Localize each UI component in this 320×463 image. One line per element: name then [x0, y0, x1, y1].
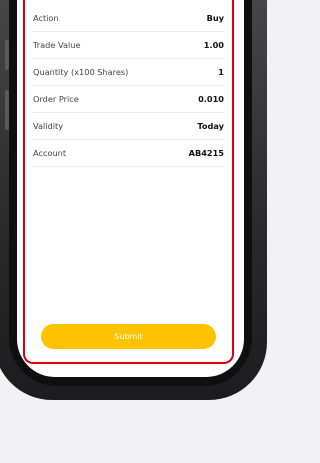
- detail-row-action: Action Buy: [33, 5, 224, 32]
- detail-label: Order Price: [33, 94, 79, 104]
- detail-label: Action: [33, 13, 59, 23]
- detail-row-account: Account AB4215: [33, 140, 224, 167]
- detail-value: Buy: [206, 13, 224, 23]
- detail-value: AB4215: [188, 148, 224, 158]
- phone-screen: Action Buy Trade Value 1.00 Quantity (x1…: [17, 0, 244, 377]
- detail-label: Trade Value: [33, 40, 81, 50]
- detail-label: Validity: [33, 121, 64, 131]
- order-confirmation-panel: Action Buy Trade Value 1.00 Quantity (x1…: [23, 0, 234, 364]
- detail-value: Today: [197, 121, 224, 131]
- detail-row-trade-value: Trade Value 1.00: [33, 32, 224, 59]
- detail-label: Quantity (x100 Shares): [33, 67, 129, 77]
- detail-row-validity: Validity Today: [33, 113, 224, 140]
- detail-row-order-price: Order Price 0.010: [33, 86, 224, 113]
- detail-row-quantity: Quantity (x100 Shares) 1: [33, 59, 224, 86]
- detail-value: 1.00: [203, 40, 224, 50]
- detail-value: 0.010: [198, 94, 224, 104]
- detail-value: 1: [218, 67, 224, 77]
- detail-label: Account: [33, 148, 67, 158]
- submit-button[interactable]: Submit: [41, 324, 216, 349]
- order-details-list: Action Buy Trade Value 1.00 Quantity (x1…: [33, 5, 224, 167]
